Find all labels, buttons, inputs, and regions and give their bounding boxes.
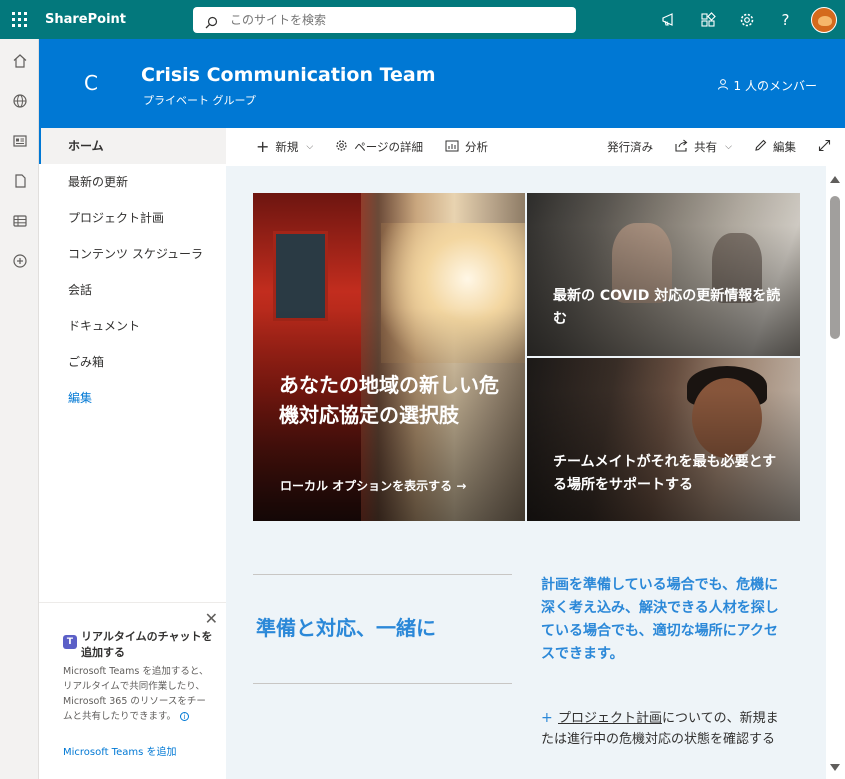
hero-tile-support[interactable]: チームメイトがそれを最も必要とする場所をサポートする bbox=[527, 358, 800, 521]
teams-promo-card: ✕ T リアルタイムのチャットを追加する Microsoft Teams を追加… bbox=[39, 602, 226, 779]
add-icon[interactable] bbox=[0, 241, 39, 281]
new-label: 新規 bbox=[275, 140, 299, 154]
search-box[interactable] bbox=[193, 7, 576, 33]
list-item: プロジェクト計画についての、新規または進行中の危機対応の状態を確認する bbox=[541, 708, 787, 750]
chevron-down-icon: ⌵ bbox=[306, 142, 314, 152]
section-quote: 計画を準備している場合でも、危機に深く考え込み、解決できる人材を探している場合で… bbox=[541, 577, 779, 662]
plus-icon: + bbox=[541, 710, 553, 726]
divider bbox=[253, 683, 512, 684]
gear-icon bbox=[335, 139, 348, 155]
person-icon bbox=[717, 78, 729, 93]
waffle-icon bbox=[12, 12, 27, 27]
hero-shade bbox=[253, 193, 525, 521]
info-icon[interactable]: i bbox=[180, 712, 190, 721]
home-icon[interactable] bbox=[0, 41, 39, 81]
nav-item-recycle-bin[interactable]: ごみ箱 bbox=[39, 344, 226, 380]
list-icon[interactable] bbox=[0, 201, 39, 241]
close-icon[interactable]: ✕ bbox=[205, 609, 218, 628]
new-button[interactable]: + 新規 ⌵ bbox=[226, 128, 324, 166]
brand-link[interactable]: SharePoint bbox=[45, 12, 126, 27]
site-subtitle: プライベート グループ bbox=[143, 94, 256, 107]
nav-item-conversations[interactable]: 会話 bbox=[39, 272, 226, 308]
analytics-label: 分析 bbox=[465, 140, 489, 154]
app-rail bbox=[0, 39, 39, 779]
site-logo[interactable]: C bbox=[67, 59, 115, 107]
members-button[interactable]: 1 人のメンバー bbox=[717, 77, 817, 94]
hero-main-tile[interactable]: あなたの地域の新しい危機対応協定の選択肢 ローカル オプションを表示する → bbox=[253, 193, 525, 521]
divider bbox=[253, 574, 512, 575]
analytics-icon bbox=[445, 140, 459, 155]
hero-tile-covid-title: 最新の COVID 対応の更新情報を読む bbox=[553, 288, 781, 327]
app-launcher-button[interactable] bbox=[0, 0, 39, 39]
search-input[interactable] bbox=[230, 13, 550, 27]
scroll-thumb[interactable] bbox=[830, 196, 840, 339]
nav-item-project-plan[interactable]: プロジェクト計画 bbox=[39, 200, 226, 236]
nav-item-documents[interactable]: ドキュメント bbox=[39, 308, 226, 344]
share-button[interactable]: 共有 ⌵ bbox=[664, 128, 743, 166]
nav-item-recent[interactable]: 最新の更新 bbox=[39, 164, 226, 200]
hero-main-link[interactable]: ローカル オプションを表示する → bbox=[280, 477, 466, 494]
scroll-up-icon[interactable] bbox=[830, 176, 840, 183]
page-details-label: ページの詳細 bbox=[354, 140, 424, 154]
expand-icon bbox=[818, 139, 831, 155]
command-bar: + 新規 ⌵ ページの詳細 分析 発行済み 共有 ⌵ 編集 bbox=[226, 128, 845, 166]
globe-icon[interactable] bbox=[0, 81, 39, 121]
site-title[interactable]: Crisis Communication Team bbox=[141, 64, 436, 86]
hero-tile-covid[interactable]: 最新の COVID 対応の更新情報を読む bbox=[527, 193, 800, 356]
nav-edit-link[interactable]: 編集 bbox=[39, 380, 226, 416]
pencil-icon bbox=[754, 139, 767, 155]
news-icon[interactable] bbox=[0, 121, 39, 161]
megaphone-icon[interactable] bbox=[649, 0, 688, 39]
section-heading: 準備と対応、一緒に bbox=[256, 616, 436, 640]
chevron-down-icon: ⌵ bbox=[725, 142, 732, 152]
teams-icon: T bbox=[63, 635, 77, 649]
edit-button[interactable]: 編集 bbox=[743, 128, 807, 166]
avatar[interactable] bbox=[811, 6, 837, 33]
edit-label: 編集 bbox=[773, 140, 796, 154]
gear-icon[interactable] bbox=[727, 0, 766, 39]
suite-bar: SharePoint ? bbox=[0, 0, 845, 39]
page-canvas: あなたの地域の新しい危機対応協定の選択肢 ローカル オプションを表示する → 最… bbox=[226, 166, 826, 779]
nav-item-home[interactable]: ホーム bbox=[39, 128, 226, 164]
analytics-button[interactable]: 分析 bbox=[434, 128, 499, 166]
site-header: C Crisis Communication Team プライベート グループ … bbox=[39, 39, 845, 128]
plus-icon: + bbox=[256, 137, 270, 156]
file-icon[interactable] bbox=[0, 161, 39, 201]
share-icon bbox=[675, 139, 688, 155]
published-label: 発行済み bbox=[607, 140, 654, 154]
members-label: 1 人のメンバー bbox=[733, 79, 817, 93]
share-label: 共有 bbox=[694, 140, 718, 154]
scroll-down-icon[interactable] bbox=[830, 764, 840, 771]
help-icon[interactable]: ? bbox=[766, 0, 805, 39]
add-teams-link[interactable]: Microsoft Teams を追加 bbox=[63, 743, 177, 758]
expand-button[interactable] bbox=[807, 128, 845, 166]
published-status: 発行済み bbox=[596, 128, 664, 166]
teams-body: Microsoft Teams を追加すると、リアルタイムで共同作業したり、Mi… bbox=[63, 664, 213, 724]
scrollbar[interactable] bbox=[826, 166, 845, 779]
project-plan-link[interactable]: プロジェクト計画 bbox=[558, 711, 662, 726]
nav-item-content-scheduler[interactable]: コンテンツ スケジューラ bbox=[39, 236, 226, 272]
search-icon bbox=[205, 14, 218, 28]
teams-title: リアルタイムのチャットを追加する bbox=[81, 630, 213, 659]
hero-main-title: あなたの地域の新しい危機対応協定の選択肢 bbox=[279, 373, 499, 427]
hero-tile-support-title: チームメイトがそれを最も必要とする場所をサポートする bbox=[553, 454, 777, 493]
hero-shade bbox=[527, 193, 800, 356]
settings-grid-icon[interactable] bbox=[688, 0, 727, 39]
page-details-button[interactable]: ページの詳細 bbox=[324, 128, 434, 166]
